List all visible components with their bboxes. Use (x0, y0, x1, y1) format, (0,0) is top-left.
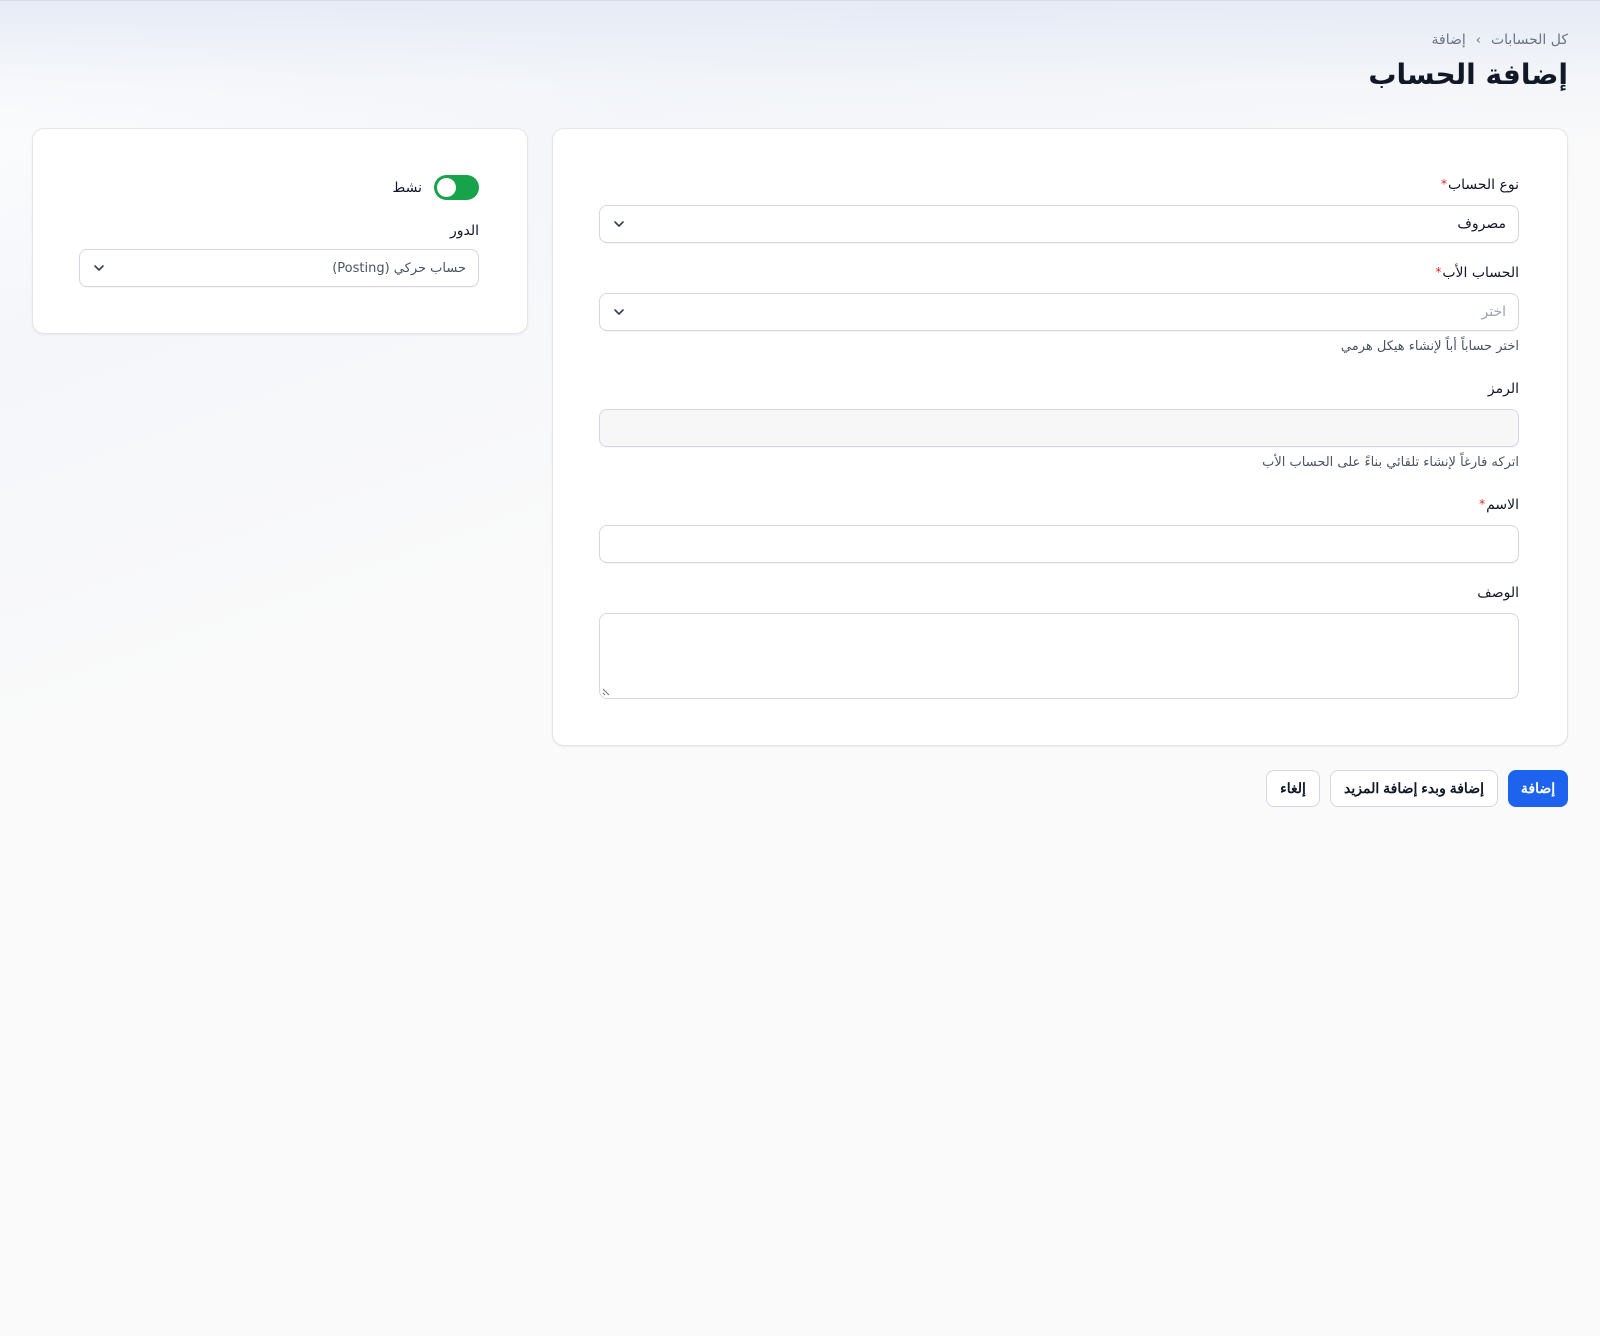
role-label: الدور (449, 223, 479, 239)
breadcrumb-root-link[interactable]: كل الحسابات (1491, 32, 1568, 48)
cancel-button[interactable]: إلغاء (1266, 770, 1320, 807)
chevron-down-icon (614, 221, 624, 227)
top-border (0, 0, 1600, 1)
page-title: إضافة الحساب (1368, 58, 1568, 91)
add-button[interactable]: إضافة (1508, 770, 1568, 807)
required-mark: * (1440, 177, 1447, 191)
breadcrumb-current: إضافة (1431, 32, 1466, 48)
active-toggle[interactable] (434, 175, 479, 200)
parent-account-label: الحساب الأب* (1435, 265, 1519, 281)
required-mark: * (1435, 265, 1442, 279)
parent-account-helper: اختر حساباً أباً لإنشاء هيكل هرمي (1340, 339, 1519, 354)
chevron-down-icon (614, 309, 624, 315)
parent-account-placeholder: اختر (1481, 304, 1507, 320)
account-type-label: نوع الحساب* (1440, 177, 1519, 193)
resize-handle-icon[interactable] (602, 686, 612, 696)
account-settings-card: نشط الدور حساب حركي (Posting) (32, 128, 528, 334)
code-input[interactable] (599, 409, 1519, 447)
code-label: الرمز (1487, 381, 1519, 397)
active-toggle-row: نشط (392, 175, 479, 200)
role-value: حساب حركي (Posting) (332, 260, 466, 276)
description-textarea[interactable] (599, 613, 1519, 699)
breadcrumb-chevron-icon: › (1475, 32, 1481, 48)
account-type-value: مصروف (1457, 216, 1506, 232)
breadcrumb: كل الحسابات › إضافة (1432, 32, 1568, 48)
add-and-more-button[interactable]: إضافة وبدء إضافة المزيد (1330, 770, 1498, 807)
name-input[interactable] (599, 525, 1519, 563)
header-background (0, 0, 1600, 140)
role-select[interactable]: حساب حركي (Posting) (79, 249, 479, 287)
parent-account-select[interactable]: اختر (599, 293, 1519, 331)
account-form-card: نوع الحساب* مصروف الحساب الأب* اختر اختر… (552, 128, 1568, 746)
code-helper: اتركه فارغاً لإنشاء تلقائي بناءً على الح… (1262, 455, 1519, 470)
account-type-select[interactable]: مصروف (599, 205, 1519, 243)
description-label: الوصف (1477, 585, 1519, 601)
toggle-knob (437, 178, 456, 197)
chevron-down-icon (94, 265, 104, 271)
name-label: الاسم* (1479, 497, 1519, 513)
active-label: نشط (392, 179, 422, 196)
required-mark: * (1479, 497, 1486, 511)
